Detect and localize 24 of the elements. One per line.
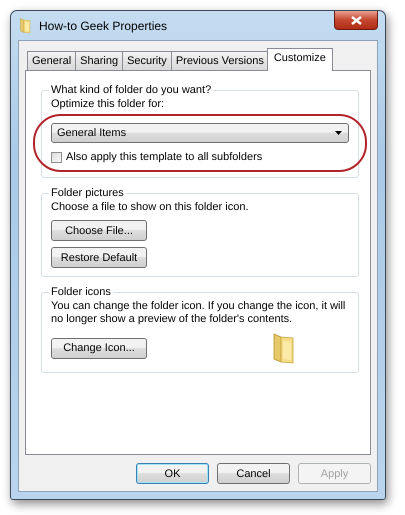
group-title: What kind of folder do you want? [50,84,212,96]
tab[interactable]: Previous Versions [170,51,269,70]
tab[interactable]: Customize [266,48,333,71]
group-title: Folder icons [50,286,112,298]
tab[interactable]: Security [122,51,172,70]
change-icon-button[interactable]: Change Icon... [51,338,147,358]
checkbox-label[interactable]: Also apply this template to all subfolders [66,151,262,163]
folder-icon [19,17,33,34]
tab[interactable]: General [27,51,76,70]
close-icon [350,16,362,24]
folder-type-dropdown[interactable]: General Items [51,123,349,143]
dropdown-arrow-icon [335,131,342,135]
action-button[interactable]: Choose File... [51,220,147,241]
checkbox[interactable] [51,152,62,162]
tab[interactable]: Sharing [75,51,124,70]
group-title: Folder pictures [50,187,125,199]
close-button[interactable] [334,11,378,30]
description-text: You can change the folder icon. If you change the icon, it will no longer show a preview of the folder's contents. [51,300,346,326]
description-text: Choose a file to show on this folder icon. [51,201,250,214]
description-text: Optimize this folder for: [51,98,166,111]
dialog-button[interactable]: OK [136,463,209,484]
action-button[interactable]: Restore Default [51,247,147,268]
dialog-button[interactable]: Cancel [217,463,290,484]
window-title: How-to Geek Properties [39,18,168,32]
